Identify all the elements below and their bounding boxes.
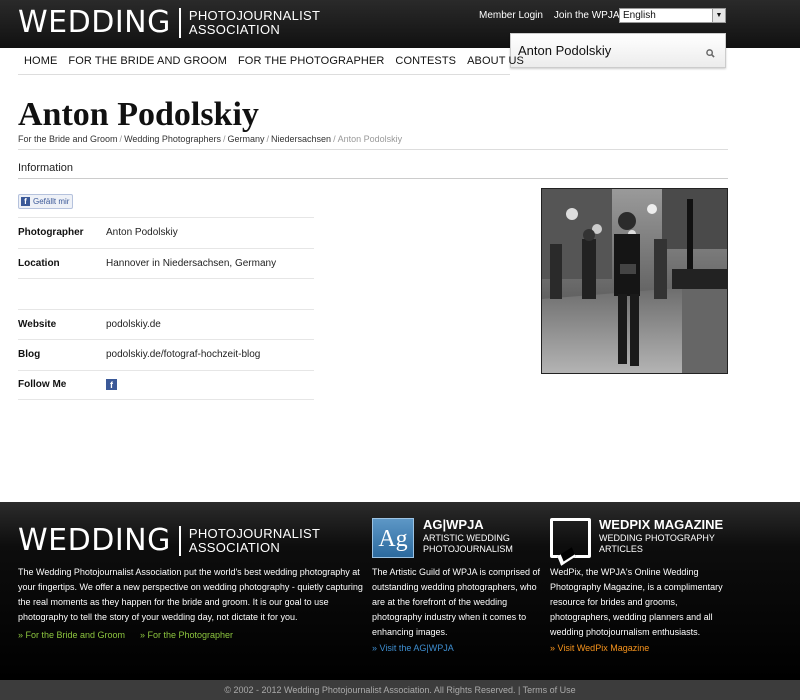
nav-photographer[interactable]: FOR THE PHOTOGRAPHER — [238, 55, 384, 67]
ag-wpja-text: The Artistic Guild of WPJA is comprised … — [372, 567, 541, 637]
like-label: Gefällt mir — [33, 197, 70, 206]
join-link[interactable]: Join the WPJA — [554, 10, 620, 21]
site-logo[interactable]: WEDDING PHOTOJOURNALIST ASSOCIATION — [18, 6, 320, 40]
info-row-location: Location Hannover in Niedersachsen, Germ… — [18, 247, 314, 279]
ag-sub-line2: PHOTOJOURNALISM — [423, 544, 513, 554]
search-icon[interactable] — [706, 45, 715, 63]
wedpix-text: WedPix, the WPJA's Online Wedding Photog… — [550, 567, 723, 637]
logo-subtitle: PHOTOJOURNALIST ASSOCIATION — [189, 9, 320, 37]
nav-contests[interactable]: CONTESTS — [395, 55, 456, 67]
breadcrumb-photographers[interactable]: Wedding Photographers — [124, 134, 221, 144]
wp-sub-line2: ARTICLES — [599, 544, 643, 554]
info-label: Photographer — [18, 227, 84, 239]
footer-link-bride-groom[interactable]: » For the Bride and Groom — [18, 630, 125, 640]
photographer-name: Anton Podolskiy — [106, 227, 178, 239]
ag-wpja-link[interactable]: » Visit the AG|WPJA — [372, 643, 454, 653]
breadcrumb-bride-groom[interactable]: For the Bride and Groom — [18, 134, 118, 144]
footer-logo-divider — [178, 526, 181, 556]
divider — [18, 149, 728, 150]
info-row-blog: Blog podolskiy.de/fotograf-hochzeit-blog — [18, 339, 314, 370]
copyright-bar: © 2002 - 2012 Wedding Photojournalist As… — [0, 680, 800, 700]
ag-wpja-title: AG|WPJA — [423, 517, 484, 532]
search-input[interactable]: Anton Podolskiy — [518, 43, 611, 58]
footer-about-text: The Wedding Photojournalist Association … — [18, 567, 363, 622]
info-table: Photographer Anton Podolskiy Location Ha… — [18, 217, 314, 400]
footer-logo-subtitle-line1: PHOTOJOURNALIST — [188, 526, 321, 541]
logo-subtitle-line2: ASSOCIATION — [188, 22, 281, 37]
ag-wpja-logo[interactable]: Ag — [372, 518, 414, 558]
breadcrumb: For the Bride and Groom / Wedding Photogra… — [18, 134, 403, 144]
language-selected: English — [623, 10, 656, 21]
wp-sub-line1: WEDDING PHOTOGRAPHY — [599, 533, 715, 543]
section-title: Information — [18, 162, 74, 174]
info-label: Website — [18, 318, 57, 330]
top-links: Member Login Join the WPJA — [479, 10, 620, 21]
footer-logo-wordmark: WEDDING — [18, 523, 171, 558]
nav-bride-groom[interactable]: FOR THE BRIDE AND GROOM — [68, 55, 227, 67]
breadcrumb-current: Anton Podolskiy — [337, 134, 403, 144]
footer-logo-subtitle-line2: ASSOCIATION — [188, 540, 281, 555]
info-label: Location — [18, 257, 60, 269]
search-box[interactable]: Anton Podolskiy — [510, 33, 726, 68]
website-link[interactable]: podolskiy.de — [106, 319, 161, 330]
logo-wordmark: WEDDING — [18, 5, 171, 40]
wedpix-link[interactable]: » Visit WedPix Magazine — [550, 643, 649, 653]
info-label: Blog — [18, 349, 41, 361]
wedpix-subtitle: WEDDING PHOTOGRAPHY ARTICLES — [599, 533, 715, 555]
logo-subtitle-line1: PHOTOJOURNALIST — [188, 8, 321, 23]
ag-sub-line1: ARTISTIC WEDDING — [423, 533, 510, 543]
breadcrumb-niedersachsen[interactable]: Niedersachsen — [271, 134, 331, 144]
member-login-link[interactable]: Member Login — [479, 10, 543, 21]
page-title: Anton Podolskiy — [18, 96, 259, 133]
main-nav: HOME FOR THE BRIDE AND GROOM FOR THE PHO… — [24, 55, 524, 67]
info-row-website: Website podolskiy.de — [18, 308, 314, 340]
info-row-photographer: Photographer Anton Podolskiy — [18, 217, 314, 248]
footer: WEDDING PHOTOJOURNALIST ASSOCIATION The … — [0, 502, 800, 680]
footer-logo[interactable]: WEDDING PHOTOJOURNALIST ASSOCIATION — [18, 524, 320, 558]
footer-logo-subtitle: PHOTOJOURNALIST ASSOCIATION — [189, 527, 320, 555]
breadcrumb-germany[interactable]: Germany — [227, 134, 264, 144]
info-row-follow: Follow Me f — [18, 369, 314, 400]
language-select[interactable]: English ▼ — [619, 8, 726, 23]
photographer-photo — [541, 188, 728, 374]
ag-wpja-subtitle: ARTISTIC WEDDING PHOTOJOURNALISM — [423, 533, 513, 555]
info-row-empty — [18, 278, 314, 309]
divider — [18, 178, 728, 179]
logo-divider — [178, 8, 181, 38]
info-label: Follow Me — [18, 379, 67, 391]
nav-about[interactable]: ABOUT US — [467, 55, 524, 67]
footer-link-photographer[interactable]: » For the Photographer — [140, 630, 233, 640]
chevron-down-icon[interactable]: ▼ — [712, 9, 725, 22]
nav-divider — [18, 74, 510, 75]
facebook-icon: f — [21, 197, 30, 206]
wedpix-logo[interactable] — [550, 518, 591, 558]
nav-home[interactable]: HOME — [24, 55, 57, 67]
blog-link[interactable]: podolskiy.de/fotograf-hochzeit-blog — [106, 349, 260, 360]
facebook-icon[interactable]: f — [106, 379, 117, 391]
wedpix-title: WEDPIX MAGAZINE — [599, 517, 724, 532]
location-value: Hannover in Niedersachsen, Germany — [106, 257, 277, 269]
facebook-like-button[interactable]: f Gefällt mir — [18, 194, 73, 209]
